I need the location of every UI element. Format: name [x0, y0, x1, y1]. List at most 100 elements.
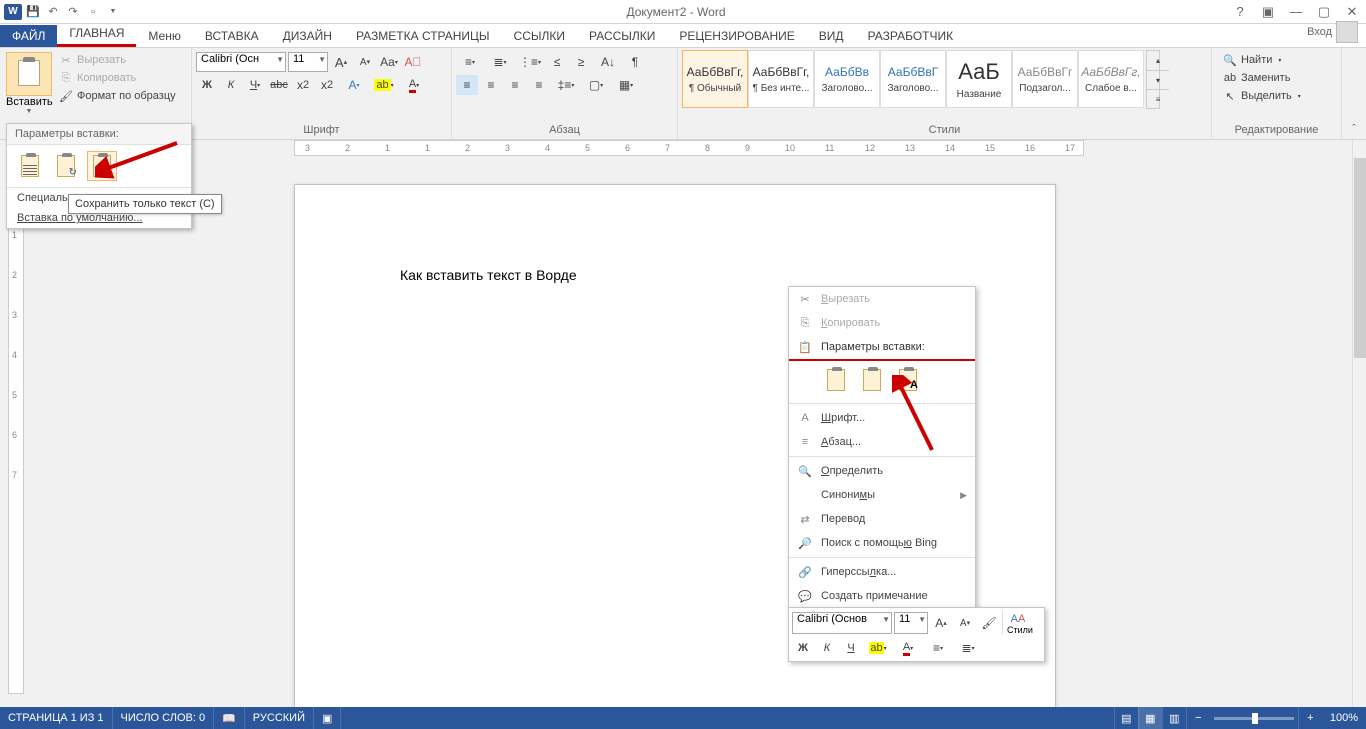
macro-status[interactable]: ▣ — [314, 707, 341, 729]
new-doc-icon[interactable]: ▫ — [84, 3, 102, 21]
tab-view[interactable]: ВИД — [807, 25, 856, 47]
help-icon[interactable]: ? — [1226, 0, 1254, 24]
ctx-synonyms[interactable]: Синонимы▶ — [789, 483, 975, 507]
page-status[interactable]: СТРАНИЦА 1 ИЗ 1 — [0, 707, 113, 729]
copy-button[interactable]: ⎘Копировать — [56, 70, 179, 86]
styles-up-icon[interactable]: ▴ — [1147, 51, 1169, 70]
decrease-indent-button[interactable]: ≤ — [546, 52, 568, 72]
mini-styles[interactable]: AA — [1007, 611, 1029, 625]
tab-review[interactable]: РЕЦЕНЗИРОВАНИЕ — [667, 25, 806, 47]
style-gallery[interactable]: АаБбВвГг,¶ Обычный АаБбВвГг,¶ Без инте..… — [682, 50, 1144, 108]
ctx-hyperlink[interactable]: 🔗Гиперссылка... — [789, 560, 975, 584]
print-layout-icon[interactable]: ▦ — [1138, 707, 1162, 729]
borders-button[interactable]: ▦▾ — [612, 75, 640, 95]
increase-indent-button[interactable]: ≥ — [570, 52, 592, 72]
strikethrough-button[interactable]: abc — [268, 75, 290, 95]
tab-design[interactable]: ДИЗАЙН — [271, 25, 344, 47]
font-size-select[interactable]: 11 — [288, 52, 328, 72]
style-heading2[interactable]: АаБбВвГЗаголово... — [880, 50, 946, 108]
language-status[interactable]: РУССКИЙ — [245, 707, 314, 729]
vertical-ruler[interactable]: 1234567 — [8, 156, 24, 707]
paste-keep-formatting[interactable] — [15, 151, 45, 181]
ctx-define[interactable]: 🔍Определить — [789, 459, 975, 483]
style-weak[interactable]: АаБбВвГг,Слабое в... — [1078, 50, 1144, 108]
zoom-percent[interactable]: 100% — [1322, 712, 1366, 724]
shading-button[interactable]: ▢▾ — [582, 75, 610, 95]
qat-dropdown-icon[interactable]: ▼ — [104, 3, 122, 21]
mini-underline[interactable]: Ч — [840, 638, 862, 658]
align-right-button[interactable]: ≡ — [504, 75, 526, 95]
font-name-select[interactable]: Calibri (Осн — [196, 52, 286, 72]
undo-icon[interactable]: ↶ — [44, 3, 62, 21]
word-count[interactable]: ЧИСЛО СЛОВ: 0 — [113, 707, 215, 729]
mini-italic[interactable]: К — [816, 638, 838, 658]
horizontal-ruler[interactable]: 3211234567891011121314151617 — [24, 140, 1352, 156]
style-heading1[interactable]: АаБбВвЗаголово... — [814, 50, 880, 108]
shrink-font-button[interactable]: A▾ — [354, 52, 376, 72]
numbering-button[interactable]: ≣▾ — [486, 52, 514, 72]
save-icon[interactable]: 💾 — [24, 3, 42, 21]
styles-down-icon[interactable]: ▾ — [1147, 70, 1169, 89]
italic-button[interactable]: К — [220, 75, 242, 95]
mini-bullets[interactable]: ≡▾ — [924, 638, 952, 658]
ctx-cut[interactable]: ✂Вырезать — [789, 287, 975, 311]
tab-developer[interactable]: РАЗРАБОТЧИК — [856, 25, 966, 47]
clear-formatting-button[interactable]: A⃥ — [402, 52, 424, 72]
tab-file[interactable]: ФАЙЛ — [0, 25, 57, 47]
mini-font-select[interactable]: Calibri (Основ — [792, 612, 892, 634]
show-marks-button[interactable]: ¶ — [624, 52, 646, 72]
mini-format-painter[interactable]: 🖌 — [978, 613, 1000, 633]
redo-icon[interactable]: ↷ — [64, 3, 82, 21]
tab-menu[interactable]: Меню — [136, 25, 192, 47]
mini-grow-font[interactable]: A▴ — [930, 613, 952, 633]
mini-bold[interactable]: Ж — [792, 638, 814, 658]
login-button[interactable]: Вход — [1299, 17, 1366, 47]
find-button[interactable]: 🔍Найти▾ — [1220, 52, 1304, 68]
format-painter-button[interactable]: 🖌Формат по образцу — [56, 88, 179, 104]
style-subtitle[interactable]: АаБбВвГгПодзагол... — [1012, 50, 1078, 108]
zoom-slider[interactable] — [1214, 717, 1294, 720]
cut-button[interactable]: ✂Вырезать — [56, 52, 179, 68]
web-layout-icon[interactable]: ▥ — [1162, 707, 1186, 729]
collapse-ribbon-icon[interactable]: ˆ — [1342, 48, 1366, 139]
ctx-search-bing[interactable]: 🔎Поиск с помощью Bing — [789, 531, 975, 555]
bullets-button[interactable]: ≡▾ — [456, 52, 484, 72]
ctx-comment[interactable]: 💬Создать примечание — [789, 584, 975, 608]
tab-layout[interactable]: РАЗМЕТКА СТРАНИЦЫ — [344, 25, 502, 47]
styles-more-icon[interactable]: ≡ — [1147, 89, 1169, 108]
sort-button[interactable]: A↓ — [594, 52, 622, 72]
bold-button[interactable]: Ж — [196, 75, 218, 95]
style-normal[interactable]: АаБбВвГг,¶ Обычный — [682, 50, 748, 108]
vertical-scrollbar[interactable] — [1352, 140, 1366, 707]
tab-references[interactable]: ССЫЛКИ — [502, 25, 577, 47]
text-effects-button[interactable]: A▾ — [340, 75, 368, 95]
subscript-button[interactable]: x2 — [292, 75, 314, 95]
ctx-paste-keep[interactable] — [821, 365, 851, 395]
ribbon-options-icon[interactable]: ▣ — [1254, 0, 1282, 24]
select-button[interactable]: ↖Выделить▾ — [1220, 88, 1304, 104]
ctx-paragraph[interactable]: ≡Абзац... — [789, 430, 975, 454]
tab-mailings[interactable]: РАССЫЛКИ — [577, 25, 667, 47]
paste-merge-formatting[interactable]: ↻ — [51, 151, 81, 181]
change-case-button[interactable]: Aa▾ — [378, 52, 400, 72]
ctx-font[interactable]: AШрифт... — [789, 406, 975, 430]
tab-insert[interactable]: ВСТАВКА — [193, 25, 271, 47]
mini-size-select[interactable]: 11 — [894, 612, 928, 634]
zoom-out-icon[interactable]: − — [1186, 707, 1210, 729]
align-left-button[interactable]: ≡ — [456, 75, 478, 95]
ctx-translate[interactable]: ⇄Перевод — [789, 507, 975, 531]
align-center-button[interactable]: ≡ — [480, 75, 502, 95]
paste-text-only[interactable]: A — [87, 151, 117, 181]
font-color-button[interactable]: A▾ — [400, 75, 428, 95]
tab-home[interactable]: ГЛАВНАЯ — [57, 22, 136, 47]
ctx-paste-merge[interactable] — [857, 365, 887, 395]
multilevel-button[interactable]: ⋮≡▾ — [516, 52, 544, 72]
replace-button[interactable]: abЗаменить — [1220, 70, 1304, 86]
style-title[interactable]: АаБНазвание — [946, 50, 1012, 108]
ctx-copy[interactable]: ⎘Копировать — [789, 311, 975, 335]
paste-button[interactable]: Вставить ▼ — [4, 50, 54, 117]
mini-highlight[interactable]: ab▾ — [864, 638, 892, 658]
line-spacing-button[interactable]: ‡≡▾ — [552, 75, 580, 95]
mini-shrink-font[interactable]: A▾ — [954, 613, 976, 633]
spelling-status[interactable]: 📖 — [214, 707, 245, 729]
